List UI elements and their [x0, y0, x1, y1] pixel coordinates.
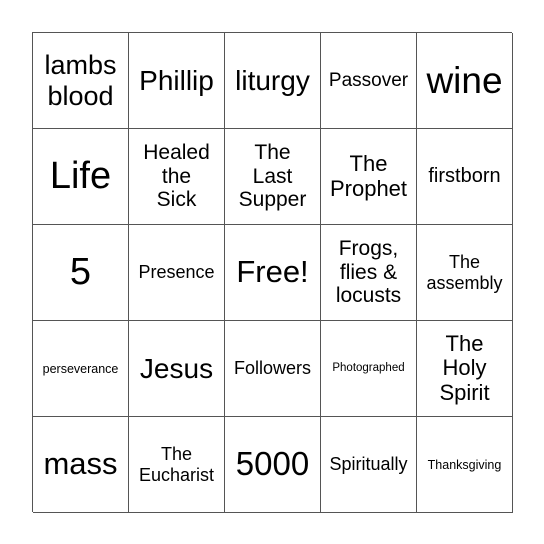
bingo-cell[interactable]: Frogs, flies & locusts: [321, 225, 417, 321]
bingo-cell[interactable]: liturgy: [225, 33, 321, 129]
bingo-cell[interactable]: Passover: [321, 33, 417, 129]
bingo-cell[interactable]: The Holy Spirit: [417, 321, 513, 417]
bingo-cell[interactable]: Jesus: [129, 321, 225, 417]
bingo-cell[interactable]: Presence: [129, 225, 225, 321]
bingo-cell[interactable]: The Last Supper: [225, 129, 321, 225]
bingo-cell[interactable]: Healed the Sick: [129, 129, 225, 225]
bingo-cell[interactable]: Life: [33, 129, 129, 225]
bingo-cell[interactable]: The Eucharist: [129, 417, 225, 513]
bingo-cell[interactable]: Thanksgiving: [417, 417, 513, 513]
bingo-cell[interactable]: 5000: [225, 417, 321, 513]
bingo-cell[interactable]: Phillip: [129, 33, 225, 129]
bingo-cell[interactable]: 5: [33, 225, 129, 321]
bingo-cell[interactable]: The Prophet: [321, 129, 417, 225]
bingo-grid: lambs blood Phillip liturgy Passover win…: [32, 32, 513, 513]
bingo-cell[interactable]: firstborn: [417, 129, 513, 225]
bingo-cell[interactable]: perseverance: [33, 321, 129, 417]
bingo-cell[interactable]: Photographed: [321, 321, 417, 417]
bingo-cell[interactable]: mass: [33, 417, 129, 513]
bingo-cell[interactable]: Spiritually: [321, 417, 417, 513]
bingo-cell[interactable]: lambs blood: [33, 33, 129, 129]
bingo-cell[interactable]: wine: [417, 33, 513, 129]
free-space[interactable]: Free!: [225, 225, 321, 321]
bingo-cell[interactable]: Followers: [225, 321, 321, 417]
bingo-cell[interactable]: The assembly: [417, 225, 513, 321]
